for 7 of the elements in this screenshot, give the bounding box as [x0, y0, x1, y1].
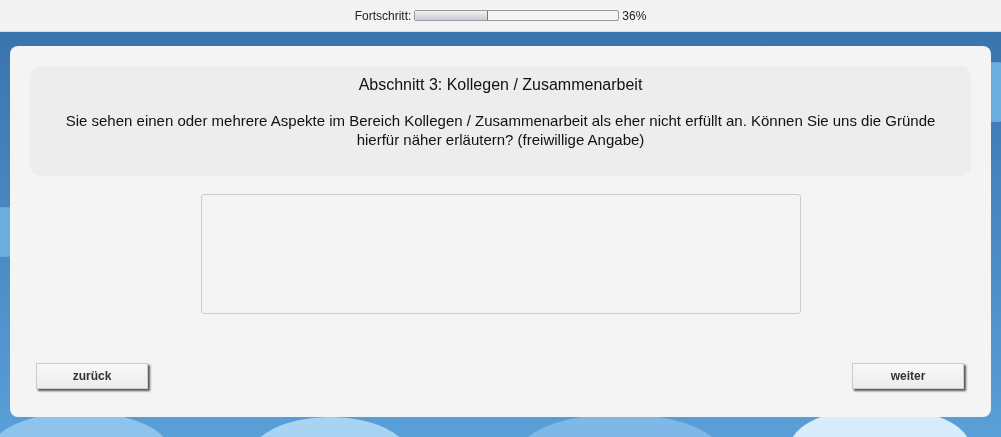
answer-field[interactable]: [200, 194, 801, 314]
progress-percent: 36%: [622, 8, 647, 23]
back-button[interactable]: zurück: [36, 363, 148, 389]
next-button[interactable]: weiter: [852, 363, 964, 389]
progress-label: Fortschritt:: [354, 8, 412, 23]
question-text: Sie sehen einen oder mehrere Aspekte im Bereich Kollegen / Zusammenarbeit als eher nicht erfüllt an. Können Sie uns die Gründe hierfür näher erläutern? (freiwillige Angabe): [64, 111, 937, 149]
section-title: Abschnitt 3: Kollegen / Zusammenarbeit: [358, 76, 643, 94]
